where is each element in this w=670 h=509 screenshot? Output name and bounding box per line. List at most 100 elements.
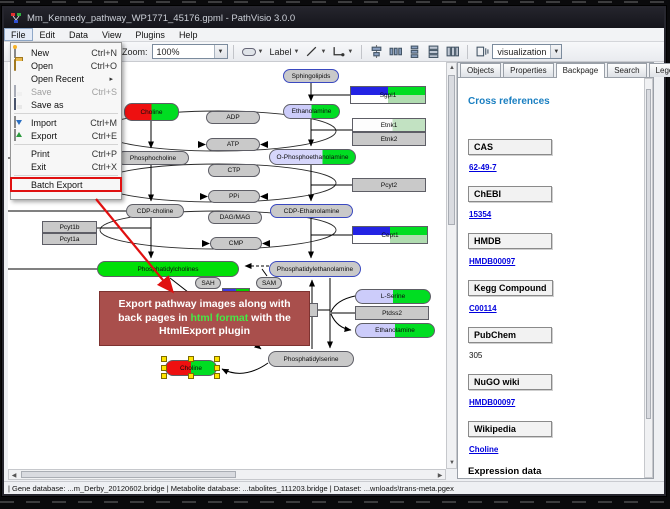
pathway-node-pcyt1b[interactable]: Pcyt1b bbox=[42, 221, 97, 233]
pathway-node-atp[interactable]: ATP bbox=[206, 138, 260, 151]
pathway-node-sgpl1[interactable]: Sgpl1 bbox=[350, 86, 426, 104]
panel-vertical-scrollbar[interactable] bbox=[644, 78, 653, 478]
file-menu-item-new[interactable]: NewCtrl+N bbox=[11, 46, 121, 59]
pathway-node-ethanolamine[interactable]: Ethanolamine bbox=[355, 323, 435, 338]
selection-handle[interactable] bbox=[214, 365, 220, 371]
scroll-right-icon[interactable]: ▶ bbox=[435, 470, 445, 480]
pathway-node-choline[interactable]: Choline bbox=[124, 103, 179, 121]
panel-tabs: ObjectsPropertiesBackpageSearchLegend bbox=[458, 63, 653, 78]
crossref-value: 305 bbox=[469, 351, 644, 360]
scroll-down-icon[interactable]: ▼ bbox=[447, 458, 457, 468]
file-menu-item-import[interactable]: ImportCtrl+M bbox=[11, 116, 121, 129]
backpage-section-chebi: ChEBI15354 bbox=[468, 184, 644, 219]
tab-objects[interactable]: Objects bbox=[460, 63, 501, 77]
canvas-horizontal-scrollbar[interactable]: ◀ ▶ bbox=[8, 469, 446, 480]
pathway-node-cdp-choline[interactable]: CDP-choline bbox=[126, 204, 184, 218]
file-menu-item-export[interactable]: ExportCtrl+E bbox=[11, 129, 121, 142]
menu-item-shortcut: Ctrl+X bbox=[92, 162, 117, 172]
scrollbar-thumb[interactable] bbox=[646, 89, 651, 419]
pathway-node-etnk2[interactable]: Etnk2 bbox=[352, 132, 426, 146]
pathway-node-sam[interactable]: SAM bbox=[256, 277, 282, 289]
menu-plugins[interactable]: Plugins bbox=[128, 28, 172, 41]
pathway-node-ctp[interactable]: CTP bbox=[208, 164, 260, 177]
pathway-node-cept1[interactable]: Cept1 bbox=[352, 226, 428, 244]
file-menu-item-open[interactable]: OpenCtrl+O bbox=[11, 59, 121, 72]
selection-handle[interactable] bbox=[161, 373, 167, 379]
pathway-node-pcyt2[interactable]: Pcyt2 bbox=[352, 178, 426, 192]
crossref-link-hmdb00097[interactable]: HMDB00097 bbox=[469, 398, 644, 407]
pathway-node-phosphatidylserine[interactable]: Phosphatidylserine bbox=[268, 351, 354, 367]
pathway-node-ethanolamine[interactable]: Ethanolamine bbox=[283, 104, 340, 119]
scroll-up-icon[interactable]: ▲ bbox=[447, 63, 457, 73]
tab-legend[interactable]: Legend bbox=[649, 63, 670, 77]
pathway-node-o-phosphoethanolamine[interactable]: O-Phosphoethanolamine bbox=[269, 149, 356, 165]
pathway-node-etnk1[interactable]: Etnk1 bbox=[352, 118, 426, 132]
scroll-left-icon[interactable]: ◀ bbox=[9, 470, 19, 480]
datanode-template-button[interactable]: ▼ bbox=[239, 47, 267, 57]
pathway-node-phosphocholine[interactable]: Phosphocholine bbox=[117, 151, 189, 165]
chevron-down-icon[interactable]: ▼ bbox=[550, 45, 561, 58]
pathway-node-phosphatidylethanolamine[interactable]: Phosphatidylethanolamine bbox=[269, 261, 361, 277]
menu-separator bbox=[14, 175, 118, 176]
pathway-node-sphingolipids[interactable]: Sphingolipids bbox=[283, 69, 339, 83]
crossref-link-15354[interactable]: 15354 bbox=[469, 210, 644, 219]
pathway-node-l-serine[interactable]: L-Serine bbox=[355, 289, 431, 304]
align-center-button[interactable] bbox=[367, 44, 386, 59]
file-menu-item-save-as[interactable]: Save as bbox=[11, 98, 121, 111]
crossref-link-hmdb00097[interactable]: HMDB00097 bbox=[469, 257, 644, 266]
file-menu-item-print[interactable]: PrintCtrl+P bbox=[11, 147, 121, 160]
exit-icon bbox=[14, 161, 27, 173]
stack-vertical-button[interactable] bbox=[424, 44, 443, 59]
tab-properties[interactable]: Properties bbox=[503, 63, 553, 77]
pathway-node-sah[interactable]: SAH bbox=[195, 277, 221, 289]
pathway-node-pcyt1a[interactable]: Pcyt1a bbox=[42, 233, 97, 245]
crossref-link-choline[interactable]: Choline bbox=[469, 445, 644, 454]
align-center-icon bbox=[370, 45, 383, 58]
pathway-node-dag-mag[interactable]: DAG/MAG bbox=[208, 211, 262, 224]
scrollbar-thumb[interactable] bbox=[448, 75, 455, 225]
distribute-horizontal-button[interactable] bbox=[386, 44, 405, 59]
file-menu-item-batch-export[interactable]: Batch Export bbox=[11, 178, 121, 191]
chevron-down-icon: ▼ bbox=[320, 49, 326, 55]
tab-search[interactable]: Search bbox=[607, 63, 646, 77]
pathway-node-cdp-ethanolamine[interactable]: CDP-Ethanolamine bbox=[270, 204, 353, 218]
pathway-node-phosphatidylcholines[interactable]: Phosphatidylcholines bbox=[97, 261, 239, 277]
canvas-vertical-scrollbar[interactable]: ▲ ▼ bbox=[446, 62, 457, 469]
pathway-node-adp[interactable]: ADP bbox=[206, 111, 260, 124]
visualization-options-button[interactable] bbox=[473, 44, 492, 59]
tab-backpage[interactable]: Backpage bbox=[556, 63, 606, 78]
stack-horizontal-button[interactable] bbox=[443, 44, 462, 59]
distribute-vertical-button[interactable] bbox=[405, 44, 424, 59]
pathway-node-ppi[interactable]: PPi bbox=[208, 190, 260, 203]
selection-handle[interactable] bbox=[188, 373, 194, 379]
line-tool-button[interactable]: ▼ bbox=[302, 44, 329, 59]
pathway-node-ptdss2[interactable]: Ptdss2 bbox=[355, 306, 429, 320]
menu-data[interactable]: Data bbox=[62, 28, 95, 41]
menu-file[interactable]: File bbox=[4, 28, 33, 41]
section-header: Wikipedia bbox=[468, 421, 552, 437]
menu-edit[interactable]: Edit bbox=[33, 28, 63, 41]
open-icon bbox=[14, 60, 27, 72]
pathway-node-cmp[interactable]: CMP bbox=[210, 237, 262, 250]
menu-item-label: Open bbox=[31, 61, 87, 71]
selection-handle[interactable] bbox=[188, 356, 194, 362]
selection-handle[interactable] bbox=[161, 356, 167, 362]
crossref-link-c00114[interactable]: C00114 bbox=[469, 304, 644, 313]
crossref-link-62-49-7[interactable]: 62-49-7 bbox=[469, 163, 644, 172]
zoom-combobox[interactable]: 100% ▼ bbox=[152, 44, 228, 59]
menu-help[interactable]: Help bbox=[172, 28, 205, 41]
title-bar[interactable]: Mm_Kennedy_pathway_WP1771_45176.gpml - P… bbox=[4, 8, 664, 28]
file-menu-item-exit[interactable]: ExitCtrl+X bbox=[11, 160, 121, 173]
file-menu-item-save[interactable]: SaveCtrl+S bbox=[11, 85, 121, 98]
file-menu-item-open-recent[interactable]: Open Recent▸ bbox=[11, 72, 121, 85]
selection-handle[interactable] bbox=[214, 356, 220, 362]
label-tool-button[interactable]: Label ▼ bbox=[266, 46, 302, 58]
chevron-down-icon[interactable]: ▼ bbox=[214, 45, 227, 58]
connector-tool-button[interactable]: ▼ bbox=[329, 44, 356, 59]
menu-view[interactable]: View bbox=[95, 28, 128, 41]
selection-handle[interactable] bbox=[214, 373, 220, 379]
scrollbar-thumb[interactable] bbox=[21, 471, 236, 478]
visualization-combobox[interactable]: visualization ▼ bbox=[492, 44, 562, 59]
selection-handle[interactable] bbox=[161, 365, 167, 371]
menu-item-shortcut: Ctrl+M bbox=[90, 118, 117, 128]
